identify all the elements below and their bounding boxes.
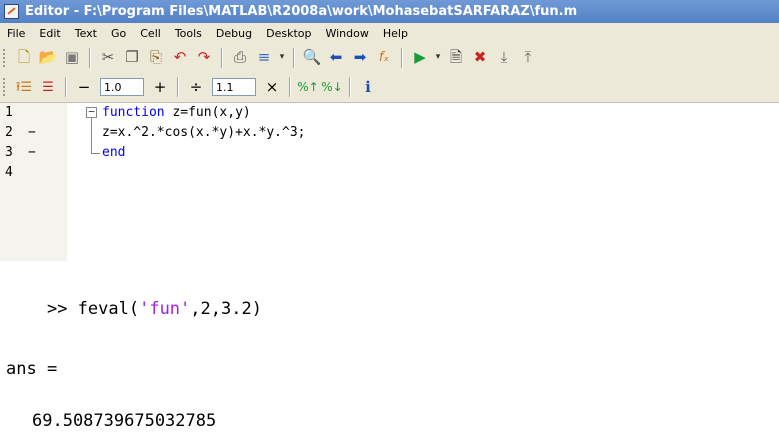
line-number: 1: [5, 105, 13, 120]
toolbar-separator: [289, 77, 291, 97]
menu-cell[interactable]: Cell: [133, 27, 168, 40]
redo-icon[interactable]: ↷: [193, 47, 215, 69]
window-title: Editor - F:\Program Files\MATLAB\R2008a\…: [25, 4, 578, 19]
command-prompt: >>: [46, 299, 78, 319]
toolbar-separator: [177, 77, 179, 97]
editor-line[interactable]: 4: [0, 163, 779, 183]
line-number: 4: [5, 165, 13, 180]
menu-help[interactable]: Help: [376, 27, 415, 40]
line-number: 3: [5, 145, 13, 160]
increment-button[interactable]: +: [149, 76, 171, 98]
breakpoint-clear-icon[interactable]: ✖: [469, 47, 491, 69]
cell-info-icon[interactable]: ℹ: [357, 76, 379, 98]
command-input-line: >> feval('fun',2,3.2): [6, 279, 262, 339]
increment-field[interactable]: 1.0: [100, 78, 144, 96]
editor-toolbar: 🗋 📂 ▣ ✂ ❐ ⎘ ↶ ↷ ⎙ ≡ ▾ 🔍 ⬅ ➡ fₓ ▶ ▾ 🗎 ✖ ⤓…: [0, 43, 779, 72]
undo-icon[interactable]: ↶: [169, 47, 191, 69]
percent-up-icon[interactable]: %↑: [297, 76, 319, 98]
menu-go[interactable]: Go: [104, 27, 133, 40]
keyword: end: [102, 145, 126, 160]
command-call-suffix: ,2,3.2): [190, 299, 262, 319]
editor-pane[interactable]: 1− function z=fun(x,y) 2− z=x.^2.*cos(x.*y)…: [0, 103, 779, 261]
paste-icon[interactable]: ⎘: [145, 47, 167, 69]
toolbar-separator: [293, 47, 295, 68]
code-token: z=x.^2.*cos(x.*y)+x.*y.^3;: [102, 125, 306, 140]
cell-toolbar: ⭱☰ ☰ − 1.0 + ÷ 1.1 × %↑ %↓ ℹ: [0, 72, 779, 103]
menu-text[interactable]: Text: [68, 27, 104, 40]
menu-debug[interactable]: Debug: [209, 27, 259, 40]
comment-icon[interactable]: ≡: [253, 47, 275, 69]
ans-value: 69.508739675032785: [32, 411, 217, 431]
toolbar-grip[interactable]: [3, 78, 8, 96]
multiply-button[interactable]: ×: [261, 76, 283, 98]
breakpoint-set-icon[interactable]: 🗎: [445, 47, 467, 69]
toolbar-separator: [65, 77, 67, 97]
command-string-arg: 'fun': [139, 299, 191, 319]
find-icon[interactable]: 🔍: [301, 47, 323, 69]
save-icon[interactable]: ▣: [61, 47, 83, 69]
menu-tools[interactable]: Tools: [168, 27, 209, 40]
menu-edit[interactable]: Edit: [32, 27, 67, 40]
back-icon[interactable]: ⬅: [325, 47, 347, 69]
copy-icon[interactable]: ❐: [121, 47, 143, 69]
forward-icon[interactable]: ➡: [349, 47, 371, 69]
new-file-icon[interactable]: 🗋: [13, 47, 35, 69]
menu-file[interactable]: File: [0, 27, 32, 40]
comment-dropdown-icon[interactable]: ▾: [277, 47, 287, 69]
function-icon[interactable]: fₓ: [373, 47, 395, 69]
executable-line-marker[interactable]: −: [28, 143, 36, 163]
command-call-prefix: feval(: [77, 299, 140, 319]
toolbar-separator: [89, 47, 91, 68]
toolbar-separator: [221, 47, 223, 68]
menu-desktop[interactable]: Desktop: [259, 27, 318, 40]
menubar: File Edit Text Go Cell Tools Debug Deskt…: [0, 23, 779, 43]
editor-icon: [4, 4, 19, 19]
editor-line[interactable]: 1 − function z=fun(x,y): [0, 103, 779, 123]
ans-label: ans =: [6, 359, 58, 379]
step-in-icon[interactable]: ⤒: [517, 47, 539, 69]
cut-icon[interactable]: ✂: [97, 47, 119, 69]
toolbar-separator: [401, 47, 403, 68]
code-token: z=fun(x,y): [164, 105, 251, 120]
run-dropdown-icon[interactable]: ▾: [433, 47, 443, 69]
insert-cell-icon[interactable]: ⭱☰: [13, 76, 35, 98]
percent-down-icon[interactable]: %↓: [321, 76, 343, 98]
editor-line[interactable]: 2− z=x.^2.*cos(x.*y)+x.*y.^3;: [0, 123, 779, 143]
collapse-icon[interactable]: −: [86, 106, 97, 118]
command-window[interactable]: >> feval('fun',2,3.2) ans = 69.508739675…: [0, 261, 779, 443]
window-titlebar: Editor - F:\Program Files\MATLAB\R2008a\…: [0, 0, 779, 23]
print-icon[interactable]: ⎙: [229, 47, 251, 69]
code-text: z=x.^2.*cos(x.*y)+x.*y.^3;: [102, 123, 306, 143]
toolbar-grip[interactable]: [3, 48, 8, 67]
line-number: 2: [5, 125, 13, 140]
decrement-button[interactable]: −: [73, 76, 95, 98]
keyword: function: [102, 105, 165, 120]
fold-end-marker: [91, 143, 100, 154]
divide-button[interactable]: ÷: [185, 76, 207, 98]
open-folder-icon[interactable]: 📂: [37, 47, 59, 69]
step-icon[interactable]: ⤓: [493, 47, 515, 69]
run-icon[interactable]: ▶: [409, 47, 431, 69]
menu-window[interactable]: Window: [318, 27, 375, 40]
toolbar-separator: [349, 77, 351, 97]
code-text: function z=fun(x,y): [102, 103, 251, 123]
editor-line[interactable]: 3− end: [0, 143, 779, 163]
code-text: end: [102, 143, 125, 163]
evaluate-cell-icon[interactable]: ☰: [37, 76, 59, 98]
scale-field[interactable]: 1.1: [212, 78, 256, 96]
executable-line-marker[interactable]: −: [28, 123, 36, 143]
